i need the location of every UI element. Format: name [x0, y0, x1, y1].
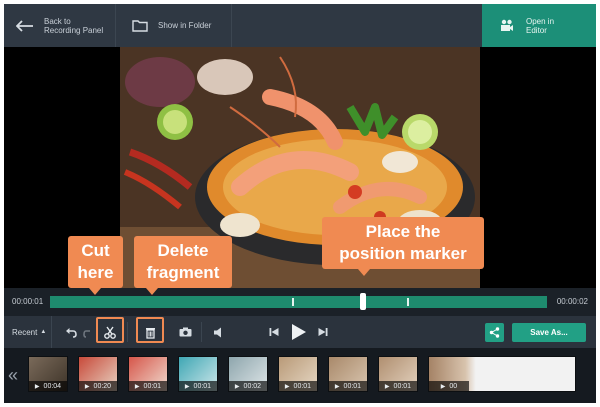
- caret-up-icon: ▲: [40, 329, 47, 335]
- snapshot-button[interactable]: [176, 316, 194, 348]
- timeline-track[interactable]: [50, 293, 547, 310]
- fragment-marker[interactable]: [407, 298, 409, 306]
- speaker-icon: [214, 327, 221, 337]
- back-label-line1: Back to: [44, 16, 71, 26]
- thumbnail-time: 00:02: [243, 382, 262, 390]
- editor-label-line2: Editor: [526, 25, 547, 35]
- video-editor-window: Back to Recording Panel Show in Folder O…: [4, 4, 596, 403]
- play-small-icon: ▶: [134, 383, 140, 390]
- previous-frame-button[interactable]: [266, 316, 282, 348]
- play-small-icon: ▶: [284, 383, 290, 390]
- redo-button[interactable]: [82, 316, 94, 348]
- play-small-icon: ▶: [440, 383, 446, 390]
- recent-label: Recent: [12, 327, 38, 337]
- camera-icon: [179, 327, 191, 337]
- thumbnail-item[interactable]: ▶ 00:04: [28, 356, 68, 392]
- playback-controls: Recent ▲ Save As...: [4, 316, 596, 348]
- editor-label-line1: Open in: [526, 16, 555, 26]
- skip-forward-icon: [318, 328, 328, 336]
- position-marker[interactable]: [360, 293, 367, 310]
- thumbnail-time: 00:01: [193, 382, 212, 390]
- undo-button[interactable]: [62, 316, 80, 348]
- thumbnail-item[interactable]: ▶ 00:20: [78, 356, 118, 392]
- position-marker-callout: Place the position marker: [322, 217, 484, 276]
- thumbnail-strip: « ▶ 00:04 ▶ 00:20 ▶ 00:01 ▶ 00:01 ▶ 00:02 ▶ 00…: [4, 348, 596, 403]
- next-frame-button[interactable]: [315, 316, 331, 348]
- show-in-folder-button[interactable]: Show in Folder: [116, 4, 232, 47]
- thumbnail-time: 00:01: [343, 382, 362, 390]
- play-small-icon: ▶: [384, 383, 390, 390]
- show-in-folder-label: Show in Folder: [158, 21, 212, 30]
- delete-fragment-callout: Delete fragment: [134, 236, 232, 295]
- thumbnail-item[interactable]: ▶ 00: [428, 356, 576, 392]
- play-button[interactable]: [288, 316, 310, 348]
- marker-callout-line2: position marker: [339, 244, 467, 263]
- play-small-icon: ▶: [334, 383, 340, 390]
- callout-pointer: [146, 288, 158, 295]
- folder-icon: [132, 19, 148, 32]
- callout-pointer: [89, 288, 101, 295]
- play-small-icon: ▶: [34, 383, 40, 390]
- save-as-button[interactable]: Save As...: [512, 323, 586, 342]
- thumbnail-time: 00: [449, 382, 458, 390]
- collapse-left-icon[interactable]: «: [6, 358, 20, 392]
- divider: [127, 322, 128, 342]
- fragment-marker[interactable]: [292, 298, 294, 306]
- open-in-editor-button[interactable]: Open in Editor: [482, 4, 596, 47]
- film-camera-icon: [500, 19, 514, 33]
- thumbnail-item[interactable]: ▶ 00:01: [178, 356, 218, 392]
- start-time: 00:00:01: [12, 297, 44, 306]
- top-toolbar: Back to Recording Panel Show in Folder O…: [4, 4, 596, 47]
- cut-callout-line2: here: [77, 263, 114, 282]
- thumbnail-time: 00:01: [143, 382, 162, 390]
- marker-callout-line1: Place the: [365, 222, 441, 241]
- back-label-line2: Recording Panel: [44, 25, 104, 35]
- volume-button[interactable]: [210, 316, 228, 348]
- divider: [201, 322, 202, 342]
- arrow-left-icon: [16, 19, 34, 32]
- thumbnail-item[interactable]: ▶ 00:01: [378, 356, 418, 392]
- thumbnail-item[interactable]: ▶ 00:01: [328, 356, 368, 392]
- cut-highlight-box: [96, 317, 124, 343]
- callout-pointer: [358, 269, 370, 276]
- recent-dropdown[interactable]: Recent ▲: [4, 316, 52, 348]
- cut-callout-line1: Cut: [81, 241, 110, 260]
- cut-here-callout: Cut here: [68, 236, 123, 295]
- undo-icon: [66, 327, 77, 338]
- skip-back-icon: [269, 328, 279, 336]
- play-icon: [292, 324, 306, 340]
- delete-callout-line2: fragment: [146, 263, 220, 282]
- play-small-icon: ▶: [234, 383, 240, 390]
- thumbnail-item[interactable]: ▶ 00:02: [228, 356, 268, 392]
- delete-highlight-box: [136, 317, 164, 343]
- back-to-recording-panel-button[interactable]: Back to Recording Panel: [4, 4, 116, 47]
- thumbnail-item[interactable]: ▶ 00:01: [128, 356, 168, 392]
- share-button[interactable]: [485, 323, 504, 342]
- thumbnail-item[interactable]: ▶ 00:01: [278, 356, 318, 392]
- play-small-icon: ▶: [184, 383, 190, 390]
- end-time: 00:00:02: [556, 297, 588, 306]
- delete-callout-line1: Delete: [157, 241, 209, 260]
- thumbnail-time: 00:04: [43, 382, 62, 390]
- thumbnail-time: 00:01: [393, 382, 412, 390]
- share-icon: [489, 327, 500, 338]
- play-small-icon: ▶: [84, 383, 90, 390]
- thumbnail-time: 00:01: [293, 382, 312, 390]
- thumbnail-time: 00:20: [93, 382, 112, 390]
- redo-icon: [83, 329, 90, 338]
